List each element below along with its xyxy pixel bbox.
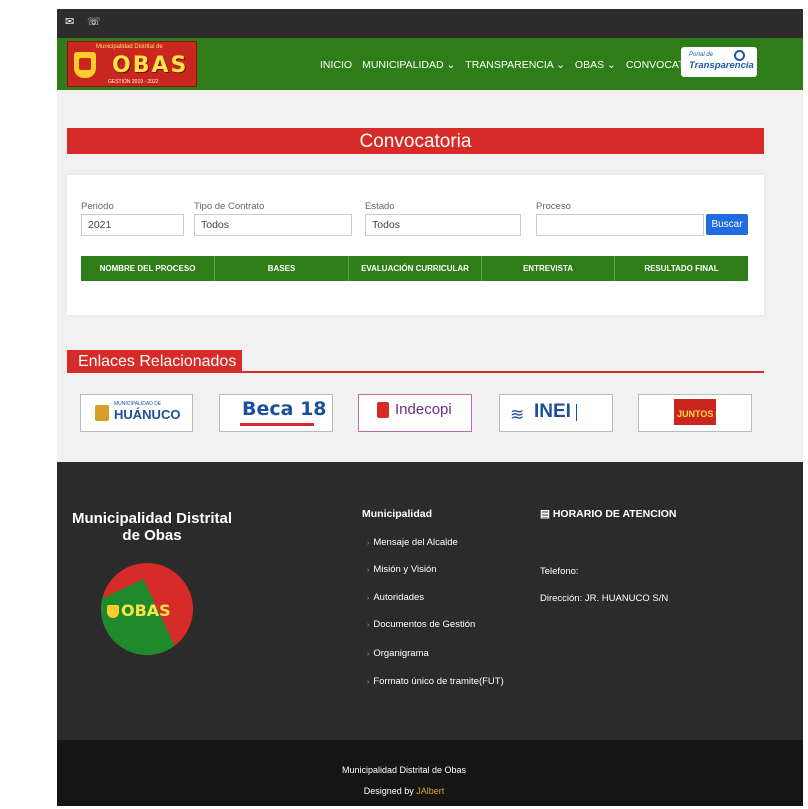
chevron-right-icon: › (367, 567, 370, 574)
estado-label: Estado (365, 201, 395, 212)
chevron-right-icon: › (367, 595, 370, 602)
author-link[interactable]: JAlbert (416, 786, 444, 796)
tipo-contrato-label: Tipo de Contrato (194, 201, 265, 212)
beca18-name: Beca 18 (242, 398, 327, 420)
footer-horario-title: ▤ HORARIO DE ATENCION (540, 508, 677, 520)
main-nav: INICIO MUNICIPALIDAD ⌄ TRANSPARENCIA ⌄ O… (320, 59, 720, 71)
col-nombre-proceso: NOMBRE DEL PROCESO (81, 256, 215, 281)
link-huanuco[interactable]: MUNICIPALIDAD DE HUÁNUCO (80, 394, 193, 432)
coat-of-arms-icon (107, 605, 119, 618)
nav-inicio[interactable]: INICIO (320, 59, 352, 71)
tipo-contrato-select[interactable]: Todos (194, 214, 352, 236)
magnifier-icon (734, 50, 745, 61)
footer-copyright: Municipalidad Distrital de Obas (341, 765, 467, 775)
footer-brand: Municipalidad Distrital de Obas (71, 510, 233, 544)
nav-obas[interactable]: OBAS ⌄ (575, 59, 616, 71)
portal-line1: Portal de (689, 52, 714, 58)
top-bar: ✉ ☏ (57, 9, 803, 38)
col-bases: BASES (215, 256, 349, 281)
footer-link-label: Misión y Visión (373, 564, 437, 575)
proceso-label: Proceso (536, 201, 571, 212)
footer-link-label: Organigrama (373, 648, 429, 659)
estado-select[interactable]: Todos (365, 214, 521, 236)
buscar-button[interactable]: Buscar (706, 214, 748, 235)
chevron-right-icon: › (367, 679, 370, 686)
footer-link-label: Autoridades (373, 592, 425, 603)
beca18-stripe (240, 423, 314, 426)
col-resultado-final: RESULTADO FINAL (644, 264, 719, 273)
logo-name: OBAS (112, 53, 189, 78)
page-title: Convocatoria (67, 128, 764, 154)
credits-label: Designed by (363, 786, 417, 796)
chevron-right-icon: › (367, 622, 370, 629)
footer-link-documentos[interactable]: › Documentos de Gestión (367, 619, 475, 630)
periodo-select[interactable]: 2021 (81, 214, 184, 236)
footer-link-label: Formato único de tramite(FUT) (373, 676, 504, 687)
search-card (67, 175, 764, 315)
link-indecopi[interactable]: Indecopi (358, 394, 472, 432)
footer-link-mensaje[interactable]: › Mensaje del Alcalde (367, 537, 458, 548)
related-links-title: Enlaces Relacionados (67, 350, 242, 372)
footer-direccion: Dirección: JR. HUANUCO S/N (540, 593, 669, 604)
link-juntos[interactable]: JUNTOS (638, 394, 752, 432)
coat-of-arms-icon (74, 52, 96, 78)
portal-line2: Transparencia (689, 60, 754, 71)
footer-link-label: Mensaje del Alcalde (373, 537, 458, 548)
logo-tagline: Municipalidad Distrital de (96, 44, 163, 50)
footer-link-autoridades[interactable]: › Autoridades (367, 592, 424, 603)
mail-icon[interactable]: ✉ (65, 15, 74, 28)
footer-logo: OBAS (101, 563, 193, 655)
periodo-label: Periodo (81, 201, 114, 212)
footer-logo-word: OBAS (121, 601, 171, 620)
inei-divider (576, 404, 606, 421)
chevron-right-icon: › (367, 540, 370, 547)
calendar-icon: ▤ (540, 508, 553, 520)
indecopi-name: Indecopi (395, 401, 452, 418)
indecopi-logo-icon (377, 402, 389, 418)
nav-transparencia[interactable]: TRANSPARENCIA ⌄ (465, 59, 565, 71)
footer-link-organigrama[interactable]: › Organigrama (367, 648, 429, 659)
footer-municipalidad-title: Municipalidad (362, 508, 433, 520)
chevron-right-icon: › (367, 651, 370, 658)
footer-telefono: Telefono: (540, 566, 579, 577)
inei-name: INEI (534, 401, 571, 422)
footer-link-label: Documentos de Gestión (373, 619, 476, 630)
site-header: Municipalidad Distrital de OBAS GESTIÓN … (57, 38, 803, 90)
proceso-input[interactable] (536, 214, 704, 236)
link-inei[interactable]: ≋ INEI (499, 394, 613, 432)
footer-link-fut[interactable]: › Formato único de tramite(FUT) (367, 676, 504, 687)
huanuco-emblem-icon (95, 405, 109, 421)
portal-transparencia-link[interactable]: Portal de Transparencia (681, 47, 757, 77)
col-entrevista: ENTREVISTA (482, 256, 615, 281)
footer-link-mision[interactable]: › Misión y Visión (367, 564, 437, 575)
col-evaluacion-curricular: EVALUACIÓN CURRICULAR (349, 256, 482, 281)
logo-years: GESTIÓN 2019 - 2022 (108, 79, 159, 85)
huanuco-name: HUÁNUCO (114, 407, 181, 422)
nav-municipalidad[interactable]: MUNICIPALIDAD ⌄ (362, 59, 455, 71)
juntos-name: JUNTOS (677, 409, 714, 419)
phone-icon[interactable]: ☏ (87, 15, 101, 28)
footer-horario-label: HORARIO DE ATENCION (552, 508, 677, 520)
link-beca18[interactable]: Beca 18 (219, 394, 333, 432)
site-logo[interactable]: Municipalidad Distrital de OBAS GESTIÓN … (67, 41, 197, 87)
results-table-header: NOMBRE DEL PROCESO BASES EVALUACIÓN CURR… (81, 256, 748, 281)
page: ✉ ☏ Municipalidad Distrital de OBAS GEST… (0, 0, 808, 809)
footer-credits: Designed by JAlbert (0, 786, 808, 796)
inei-logo-icon: ≋ (510, 405, 525, 424)
related-links-divider (67, 371, 764, 373)
